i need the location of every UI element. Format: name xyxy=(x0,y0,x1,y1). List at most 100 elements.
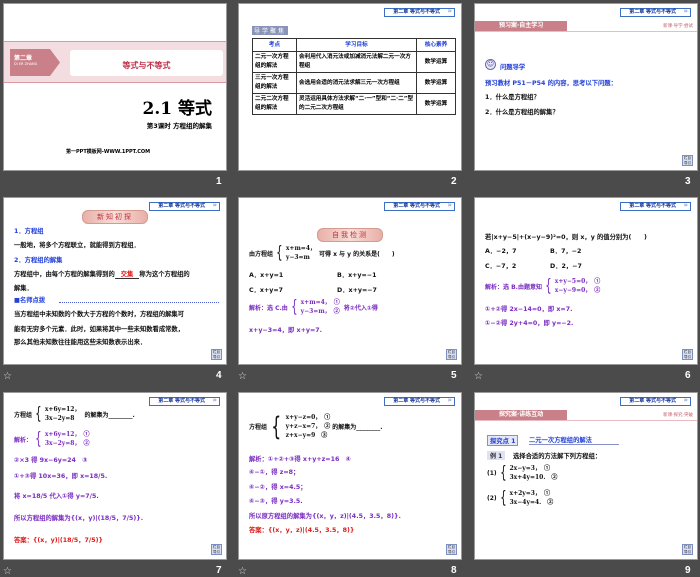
slide-thumbnail-3[interactable]: 第二章 等式与不等式 预习案·自主学习 新课·导学·尝试 ☺ 问题导学 预习教材 … xyxy=(474,3,698,171)
equation: z+x−y=9 ③ xyxy=(285,432,328,439)
star-icon[interactable]: ☆ xyxy=(238,371,247,382)
solution-line: ①+②得 2x−14=0，即 x=7. xyxy=(485,306,573,313)
solution-line: 将 x=18/5 代入①得 y=7/5. xyxy=(14,493,99,500)
problem-label: (1) xyxy=(487,469,497,477)
text: 的解集为________. xyxy=(84,411,135,419)
table-cell: 二元二次方程组的解法 xyxy=(252,93,297,115)
equation: y−3=m xyxy=(285,254,310,261)
text: 解析： xyxy=(14,436,33,444)
slide-thumbnail-6[interactable]: 第二章 等式与不等式 若|x+y−5|+(x−y−9)²=0，则 x，y 的值分… xyxy=(474,197,698,365)
back-to-menu-button[interactable]: 栏目导引 xyxy=(211,349,222,360)
brace: { xyxy=(35,428,42,449)
equation: 3x−2y=8 xyxy=(44,415,75,422)
question: 若|x+y−5|+(x−y−9)²=0，则 x，y 的值分别为( ) xyxy=(485,234,647,241)
option-b: B．x+y=−1 xyxy=(337,272,377,279)
slide-number: 7 xyxy=(216,565,222,576)
equation: 3x−2y=8， ② xyxy=(44,440,90,447)
system-2: (2){x+2y=3， ① 3x−4y=4. ② xyxy=(487,489,553,507)
table-cell: 数学运算 xyxy=(416,51,456,73)
footer-text: 第一PPT模板网-WWW.1PPT.COM xyxy=(66,149,151,155)
star-icon[interactable]: ☆ xyxy=(238,566,247,577)
back-to-menu-button[interactable]: 栏目导引 xyxy=(446,544,457,555)
slide-thumbnail-4[interactable]: 第二章 等式与不等式 新知初探 1．方程组 一般地，将多个方程联立，就能得到方程… xyxy=(3,197,227,365)
star-icon[interactable]: ☆ xyxy=(3,371,12,382)
slide-thumbnail-7[interactable]: 第二章 等式与不等式 方程组{x+6y=12，3x−2y=8的解集为______… xyxy=(3,392,227,560)
table-header-row: 考点 学习目标 核心素养 xyxy=(252,38,456,52)
note-heading: ■名师点拨 xyxy=(14,297,46,304)
slide-thumbnail-2[interactable]: 第二章 等式与不等式 导学聚焦 考点 学习目标 核心素养 二元一次方程组的解法会… xyxy=(238,3,462,171)
problem-label: (2) xyxy=(487,494,497,502)
equation: x−y−9=0， ② xyxy=(554,287,601,294)
solution-line: ①+③得 10x=36，即 x=18/5. xyxy=(14,473,108,480)
option-a: A．−2，7 xyxy=(485,248,517,255)
back-to-menu-button[interactable]: 栏目导引 xyxy=(211,544,222,555)
chapter-tag: 第二章 等式与不等式 xyxy=(149,202,220,211)
solution: 解析：选 C.由{x+m=4， ① y−3=m， ② 将②代入①得 xyxy=(249,298,378,316)
slide-thumbnail-9[interactable]: 第二章 等式与不等式 探究案·讲练互动 新课·探究·突破 探究点 1 二元一次方程… xyxy=(474,392,698,560)
brace: { xyxy=(290,296,298,317)
back-to-menu-button[interactable]: 栏目导引 xyxy=(682,155,693,166)
paragraph-1: 一般地，将多个方程联立，就能得到方程组． xyxy=(14,242,140,249)
equation: x+y−5=0， ① xyxy=(554,278,601,285)
slide-thumbnail-8[interactable]: 第二章 等式与不等式 方程组{x+y−z=0， ① y+z−x=7， ② z+x−y… xyxy=(238,392,462,560)
table-cell: 会利用代入消元法或加减消元法解二元一次方程组 xyxy=(296,51,417,73)
section-banner: 探究案·讲练互动 新课·探究·突破 xyxy=(475,410,697,421)
solution-line: ④−②，得 x=4.5； xyxy=(249,484,307,491)
option-a: A．x+y=1 xyxy=(249,272,284,279)
option-d: D．x+y=−7 xyxy=(337,287,377,294)
text: 可得 x 与 y 的关系是( ) xyxy=(319,250,395,258)
inquiry-point-title: 二元一次方程组的解法 xyxy=(529,435,619,445)
table-cell: 数学运算 xyxy=(416,72,456,94)
note-line: 当方程组中未知数的个数大于方程的个数时，方程组的解集可 xyxy=(14,311,185,318)
table-row: 三元一次方程组的解法 会选用合适的消元法求解三元一次方程组 数学运算 xyxy=(252,72,456,94)
text: 称为这个方程组的 xyxy=(139,271,190,278)
banner-subtitle: 新课·探究·突破 xyxy=(663,413,693,418)
chapter-pinyin: DI ER ZHANG xyxy=(14,62,38,66)
objectives-table: 考点 学习目标 核心素养 二元一次方程组的解法 会利用代入消元法或加减消元法解二元… xyxy=(252,38,456,115)
question-2: 2．什么是方程组的解集？ xyxy=(485,109,559,116)
option-d: D．2，−7 xyxy=(550,263,582,270)
column-header: 考点 xyxy=(252,38,297,52)
slide-thumbnail-1[interactable]: 第二章 DI ER ZHANG 等式与不等式 2.1 等式 第3课时 方程组的解… xyxy=(3,3,227,171)
brace: { xyxy=(276,242,283,263)
solution-line: ②×3 得 9x−6y=24 ③ xyxy=(14,457,88,464)
column-header: 核心素养 xyxy=(416,38,456,52)
solution: 解析：选 B.由题意知{x+y−5=0， ① x−y−9=0， ② xyxy=(485,277,600,295)
back-to-menu-button[interactable]: 栏目导引 xyxy=(446,349,457,360)
banner-subtitle: 新课·导学·尝试 xyxy=(663,24,693,29)
heading-1: 1．方程组 xyxy=(14,228,44,235)
equation: x+2y=3， ① xyxy=(509,490,550,497)
solution-line: 所以原方程组的解集为{(x，y，z)|(4.5，3.5，8)}. xyxy=(249,513,401,520)
heading: 问题导学 xyxy=(500,64,526,71)
text: 解析：选 B.由题意知 xyxy=(485,283,542,291)
equation: 3x−4y=4. ② xyxy=(509,499,554,506)
heading-2: 2．方程组的解集 xyxy=(14,257,63,264)
star-icon[interactable]: ☆ xyxy=(3,566,12,577)
table-cell: 二元一次方程组的解法 xyxy=(252,51,297,73)
slide-thumbnail-5[interactable]: 第二章 等式与不等式 自我检测 由方程组{x+m=4，y−3=m可得 x 与 y… xyxy=(238,197,462,365)
section-banner: 预习案·自主学习 新课·导学·尝试 xyxy=(475,21,697,32)
chapter-tag: 第二章 等式与不等式 xyxy=(384,8,455,17)
table-row: 二元一次方程组的解法 会利用代入消元法或加减消元法解二元一次方程组 数学运算 xyxy=(252,51,456,73)
equation: x+6y=12， ① xyxy=(44,431,90,438)
table-cell: 数学运算 xyxy=(416,93,456,115)
chapter-label: 第二章 xyxy=(14,55,33,62)
equation: 2x−y=3， ① xyxy=(509,465,550,472)
chapter-tag: 第二章 等式与不等式 xyxy=(620,8,691,17)
brace: { xyxy=(271,411,282,442)
table-row: 二元二次方程组的解法 灵活运用具体方法求解“二·一”型和“二·二”型的二元二次方程… xyxy=(252,93,456,115)
note-line: 那么其他未知数往往能用这些未知数表示出来． xyxy=(14,339,147,346)
banner-title: 探究案·讲练互动 xyxy=(475,410,567,420)
table-cell: 会选用合适的消元法求解三元一次方程组 xyxy=(296,72,417,94)
solution: 解析：{x+6y=12， ① 3x−2y=8， ② xyxy=(14,430,90,448)
paragraph-2: 方程组中，由每个方程的解集得到的 交集 称为这个方程组的 xyxy=(14,269,190,279)
solution-line: ④−①，得 z=8； xyxy=(249,469,300,476)
lesson-title: 2.1 等式 xyxy=(142,99,213,119)
back-to-menu-button[interactable]: 栏目导引 xyxy=(682,544,693,555)
equation: x+y−z=0， ① xyxy=(285,414,331,421)
slide-number: 9 xyxy=(685,565,691,576)
equation: x+m=4， ① xyxy=(300,299,340,306)
section-ribbon: 自我检测 xyxy=(317,228,383,242)
back-to-menu-button[interactable]: 栏目导引 xyxy=(682,349,693,360)
star-icon[interactable]: ☆ xyxy=(474,371,483,382)
